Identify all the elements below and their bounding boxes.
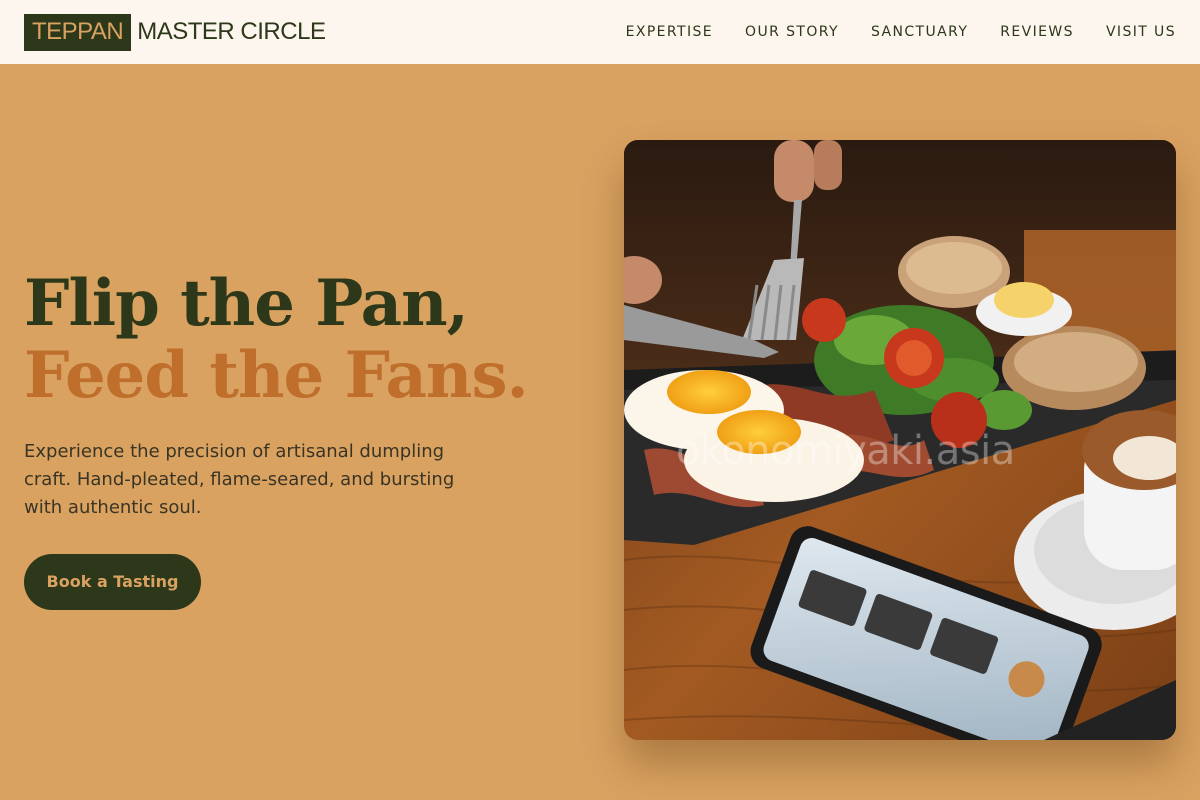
headline-line-1: Flip the Pan, <box>24 266 469 341</box>
hero-headline: Flip the Pan, Feed the Fans. <box>24 268 584 412</box>
logo[interactable]: TEPPAN MASTER CIRCLE <box>24 13 326 51</box>
hero-subtext: Experience the precision of artisanal du… <box>24 441 455 518</box>
logo-highlight: TEPPAN <box>24 13 132 51</box>
nav-our-story[interactable]: OUR STORY <box>745 24 839 40</box>
image-watermark: okonomiyaki.asia <box>676 428 1015 474</box>
headline-line-2: Feed the Fans. <box>24 338 529 413</box>
site-header: TEPPAN MASTER CIRCLE EXPERTISE OUR STORY… <box>0 0 1200 64</box>
nav-expertise[interactable]: EXPERTISE <box>626 24 713 40</box>
book-tasting-button[interactable]: Book a Tasting <box>24 554 201 610</box>
hero-image: okonomiyaki.asia <box>624 140 1176 740</box>
main-nav: EXPERTISE OUR STORY SANCTUARY REVIEWS VI… <box>626 0 1176 64</box>
nav-sanctuary[interactable]: SANCTUARY <box>871 24 968 40</box>
nav-visit-us[interactable]: VISIT US <box>1106 24 1176 40</box>
nav-reviews[interactable]: REVIEWS <box>1000 24 1074 40</box>
logo-text: MASTER CIRCLE <box>137 18 326 45</box>
